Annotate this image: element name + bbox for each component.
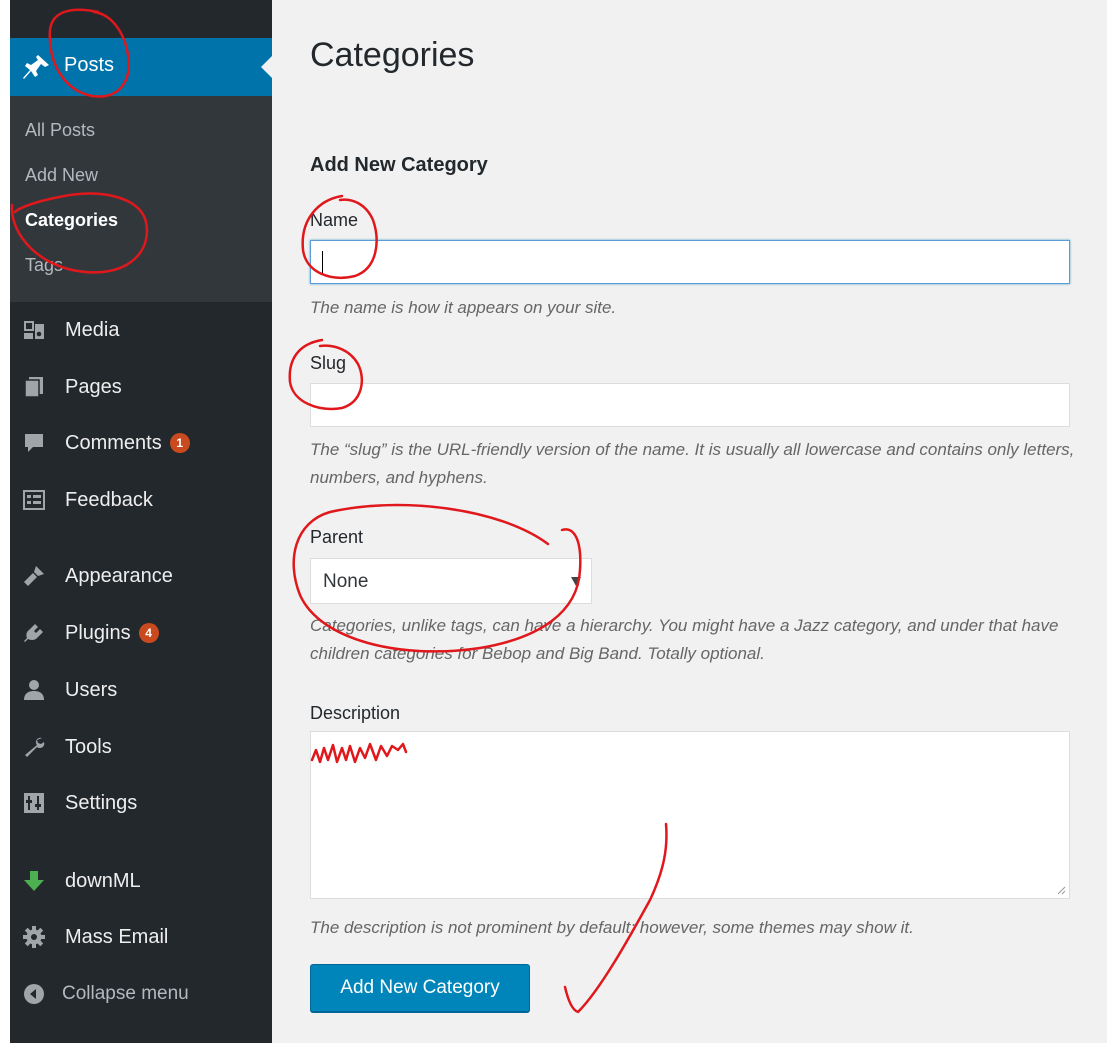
pages-icon bbox=[24, 377, 43, 398]
submenu-item-tags[interactable]: Tags bbox=[25, 255, 63, 276]
menu-item-downml[interactable]: downML bbox=[10, 859, 272, 903]
gear-icon bbox=[23, 926, 45, 948]
feedback-icon bbox=[23, 490, 45, 510]
menu-item-users[interactable]: Users bbox=[10, 668, 272, 712]
menu-item-label: Tools bbox=[65, 736, 112, 758]
resize-grip-icon[interactable] bbox=[1056, 885, 1066, 895]
plugins-icon bbox=[24, 624, 43, 642]
menu-item-comments[interactable]: Comments 1 bbox=[10, 421, 272, 465]
submenu-item-add-new[interactable]: Add New bbox=[25, 165, 98, 186]
parent-label: Parent bbox=[310, 527, 364, 547]
tools-icon bbox=[25, 737, 45, 757]
main-content: Categories Add New Category Name The nam… bbox=[272, 0, 1107, 1043]
menu-item-settings[interactable]: Settings bbox=[10, 781, 272, 825]
parent-select-value: None bbox=[323, 571, 369, 592]
text-cursor bbox=[322, 251, 323, 275]
pushpin-icon bbox=[23, 55, 49, 79]
menu-item-plugins[interactable]: Plugins 4 bbox=[10, 611, 272, 655]
menu-item-media[interactable]: Media bbox=[10, 308, 272, 352]
parent-select[interactable]: None bbox=[310, 558, 592, 604]
menu-item-pages[interactable]: Pages bbox=[10, 365, 272, 409]
menu-item-mass-email[interactable]: Mass Email bbox=[10, 915, 272, 959]
current-menu-arrow bbox=[261, 56, 272, 78]
menu-item-appearance[interactable]: Appearance bbox=[10, 554, 272, 598]
menu-item-label: Plugins 4 bbox=[65, 622, 159, 645]
name-label: Name bbox=[310, 210, 359, 230]
menu-item-label: Media bbox=[65, 319, 120, 341]
add-category-form-title: Add New Category bbox=[310, 154, 488, 176]
menu-item-label: downML bbox=[65, 870, 141, 892]
comments-icon bbox=[25, 434, 43, 452]
submenu-item-all-posts[interactable]: All Posts bbox=[25, 120, 95, 141]
comment-count-badge: 1 bbox=[169, 433, 190, 453]
slug-input[interactable] bbox=[310, 383, 1070, 427]
appearance-icon bbox=[24, 566, 44, 586]
submenu-item-categories[interactable]: Categories bbox=[25, 210, 118, 231]
description-help-text: The description is not prominent by defa… bbox=[310, 918, 914, 937]
menu-item-label: Feedback bbox=[65, 489, 153, 511]
menu-item-label: Posts bbox=[64, 54, 115, 76]
collapse-menu-button[interactable]: Collapse menu bbox=[10, 972, 272, 1016]
description-textarea[interactable] bbox=[310, 731, 1070, 899]
dropdown-arrow-icon bbox=[571, 577, 581, 586]
menu-item-label: Mass Email bbox=[65, 926, 169, 948]
description-label: Description bbox=[310, 703, 401, 723]
collapse-menu-label: Collapse menu bbox=[62, 983, 189, 1004]
menu-item-label: Appearance bbox=[65, 565, 173, 587]
menu-item-tools[interactable]: Tools bbox=[10, 725, 272, 769]
menu-item-label: Comments 1 bbox=[65, 432, 190, 455]
menu-item-label: Pages bbox=[65, 376, 122, 398]
admin-sidebar: Posts All Posts Add New Categories Tags … bbox=[10, 0, 272, 1043]
menu-item-label: Settings bbox=[65, 792, 138, 814]
collapse-arrow-icon bbox=[24, 984, 44, 1004]
menu-item-label: Users bbox=[65, 679, 118, 701]
slug-help-text: The “slug” is the URL-friendly version o… bbox=[310, 440, 1075, 487]
settings-icon bbox=[24, 793, 44, 813]
name-help-text: The name is how it appears on your site. bbox=[310, 298, 617, 317]
menu-item-feedback[interactable]: Feedback bbox=[10, 478, 272, 522]
add-new-category-button[interactable]: Add New Category bbox=[310, 964, 530, 1012]
name-input[interactable] bbox=[310, 240, 1070, 284]
users-icon bbox=[24, 680, 44, 700]
page-title: Categories bbox=[310, 36, 475, 74]
posts-submenu: All Posts Add New Categories Tags bbox=[10, 96, 272, 302]
slug-label: Slug bbox=[310, 353, 347, 373]
parent-help-text: Categories, unlike tags, can have a hier… bbox=[310, 616, 1059, 663]
menu-item-posts[interactable]: Posts bbox=[10, 38, 272, 96]
media-icon bbox=[24, 321, 44, 339]
plugin-update-badge: 4 bbox=[138, 623, 159, 643]
download-arrow-icon bbox=[24, 871, 44, 891]
